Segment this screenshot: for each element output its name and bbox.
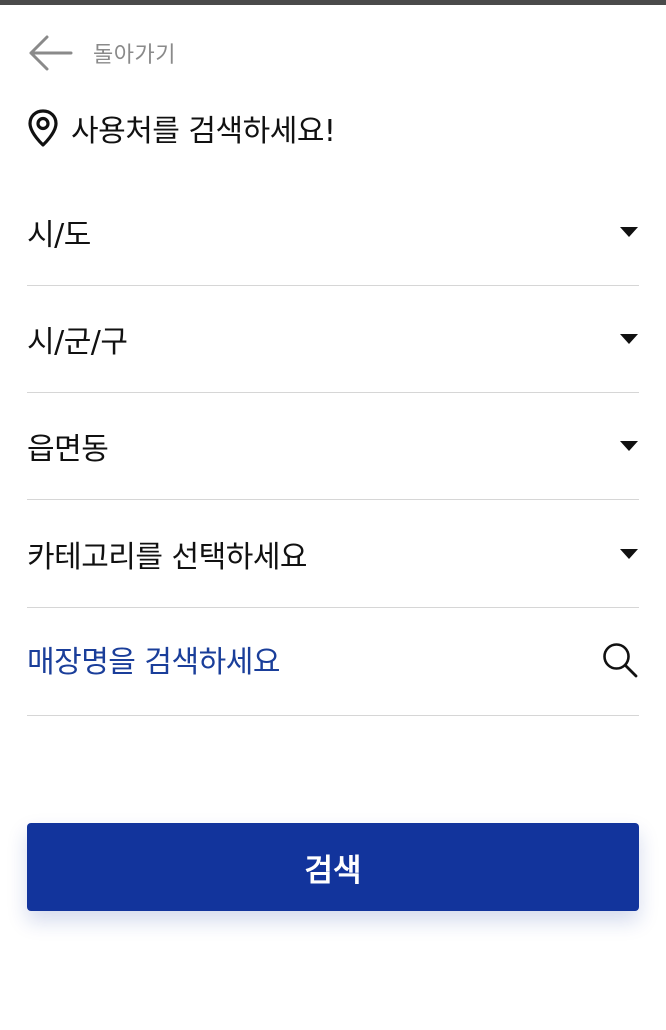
city-district-select-label: 시/군/구 xyxy=(27,325,128,360)
arrow-left-icon xyxy=(27,33,73,73)
page-title-text: 사용처를 검색하세요! xyxy=(71,114,336,149)
caret-down-icon xyxy=(620,334,638,344)
town-select[interactable]: 읍면동 xyxy=(27,393,639,500)
back-button[interactable]: 돌아가기 xyxy=(27,33,176,73)
store-search-field[interactable] xyxy=(27,609,639,716)
category-select-label: 카테고리를 선택하세요 xyxy=(27,540,308,575)
caret-down-icon xyxy=(620,441,638,451)
back-label: 돌아가기 xyxy=(93,43,176,68)
province-select[interactable]: 시/도 xyxy=(27,179,639,286)
search-icon[interactable] xyxy=(601,641,639,683)
city-district-select[interactable]: 시/군/구 xyxy=(27,286,639,393)
location-pin-icon xyxy=(27,109,59,147)
top-status-bar xyxy=(0,0,666,5)
category-select[interactable]: 카테고리를 선택하세요 xyxy=(27,501,639,608)
caret-down-icon xyxy=(620,549,638,559)
store-search-input[interactable] xyxy=(27,644,567,680)
page-title: 사용처를 검색하세요! xyxy=(27,106,336,150)
province-select-label: 시/도 xyxy=(27,218,91,253)
caret-down-icon xyxy=(620,227,638,237)
town-select-label: 읍면동 xyxy=(27,432,109,467)
search-button[interactable]: 검색 xyxy=(27,823,639,911)
